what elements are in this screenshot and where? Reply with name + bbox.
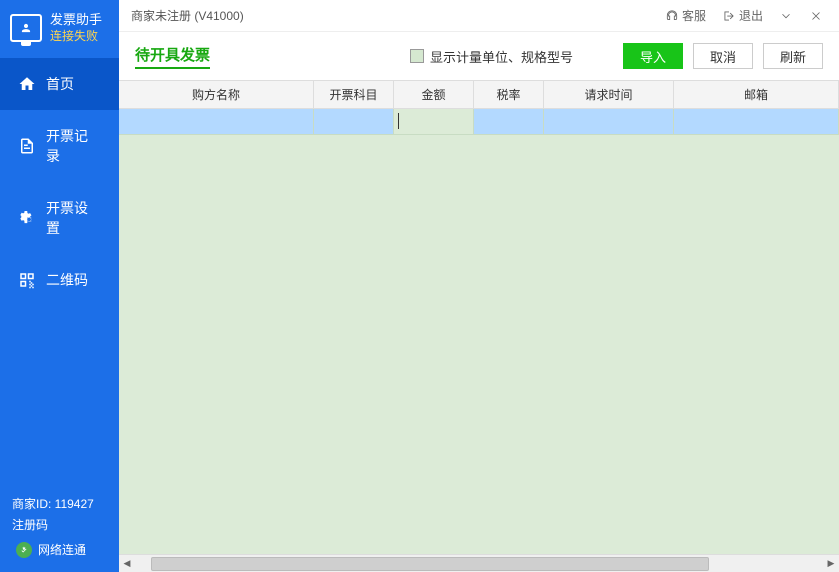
merchant-id: 商家ID: 119427 xyxy=(12,495,107,512)
exit-icon xyxy=(722,9,736,23)
show-units-checkbox[interactable]: 显示计量单位、规格型号 xyxy=(410,47,573,66)
nav-label: 开票设置 xyxy=(46,198,101,238)
nav: 首页 开票记录 开票设置 二维码 xyxy=(0,58,119,485)
nav-home[interactable]: 首页 xyxy=(0,58,119,110)
home-icon xyxy=(18,75,36,93)
refresh-button[interactable]: 刷新 xyxy=(763,43,823,69)
close-icon xyxy=(809,9,823,23)
sidebar: 发票助手 连接失败 首页 开票记录 开票设置 二维码 商家ID: 119427 … xyxy=(0,0,119,572)
window-title: 商家未注册 (V41000) xyxy=(131,7,659,24)
network-status-label: 网络连通 xyxy=(38,541,86,558)
nav-invoice-settings[interactable]: 开票设置 xyxy=(0,182,119,254)
chevron-down-icon xyxy=(779,9,793,23)
qrcode-icon xyxy=(18,271,36,289)
sidebar-header: 发票助手 连接失败 xyxy=(0,0,119,58)
close-button[interactable] xyxy=(803,6,829,26)
table-body[interactable] xyxy=(119,109,839,554)
scrollbar-track[interactable] xyxy=(151,556,807,572)
register-code-link[interactable]: 注册码 xyxy=(12,516,107,533)
cell-rate[interactable] xyxy=(474,109,544,135)
nav-label: 开票记录 xyxy=(46,126,101,166)
titlebar: 商家未注册 (V41000) 客服 退出 xyxy=(119,0,839,32)
headset-icon xyxy=(665,9,679,23)
cell-subject[interactable] xyxy=(314,109,394,135)
col-request-time[interactable]: 请求时间 xyxy=(544,81,674,108)
table-header: 购方名称 开票科目 金额 税率 请求时间 邮箱 xyxy=(119,81,839,109)
cell-request-time[interactable] xyxy=(544,109,674,135)
col-subject[interactable]: 开票科目 xyxy=(314,81,394,108)
col-rate[interactable]: 税率 xyxy=(474,81,544,108)
main: 商家未注册 (V41000) 客服 退出 待开具发票 显示计量单位、规格型号 导… xyxy=(119,0,839,572)
toolbar: 待开具发票 显示计量单位、规格型号 导入 取消 刷新 xyxy=(119,32,839,80)
checkbox-label: 显示计量单位、规格型号 xyxy=(430,47,573,66)
cancel-button[interactable]: 取消 xyxy=(693,43,753,69)
cell-buyer[interactable] xyxy=(119,109,314,135)
import-button[interactable]: 导入 xyxy=(623,43,683,69)
table-row[interactable] xyxy=(119,109,839,135)
scroll-left-icon[interactable]: ◀ xyxy=(119,556,135,572)
nav-label: 首页 xyxy=(46,74,74,94)
horizontal-scrollbar[interactable]: ◀ ▶ xyxy=(119,554,839,572)
nav-invoice-records[interactable]: 开票记录 xyxy=(0,110,119,182)
support-button[interactable]: 客服 xyxy=(659,4,712,27)
nav-label: 二维码 xyxy=(46,270,88,290)
gear-icon xyxy=(18,209,36,227)
cell-email[interactable] xyxy=(674,109,839,135)
page-title: 待开具发票 xyxy=(135,44,210,69)
network-ok-icon xyxy=(16,542,32,558)
records-icon xyxy=(18,137,36,155)
app-logo-icon xyxy=(10,14,42,42)
network-status: 网络连通 xyxy=(12,541,107,558)
col-buyer[interactable]: 购方名称 xyxy=(119,81,314,108)
sidebar-footer: 商家ID: 119427 注册码 网络连通 xyxy=(0,485,119,572)
col-email[interactable]: 邮箱 xyxy=(674,81,839,108)
invoice-table: 购方名称 开票科目 金额 税率 请求时间 邮箱 ◀ ▶ xyxy=(119,80,839,572)
nav-qrcode[interactable]: 二维码 xyxy=(0,254,119,306)
exit-button[interactable]: 退出 xyxy=(716,4,769,27)
dropdown-button[interactable] xyxy=(773,6,799,26)
checkbox-icon xyxy=(410,49,424,63)
app-title: 发票助手 xyxy=(50,12,102,29)
col-amount[interactable]: 金额 xyxy=(394,81,474,108)
scroll-right-icon[interactable]: ▶ xyxy=(823,556,839,572)
scrollbar-thumb[interactable] xyxy=(151,557,709,571)
connection-status: 连接失败 xyxy=(50,29,102,45)
cell-amount-editing[interactable] xyxy=(394,109,474,135)
